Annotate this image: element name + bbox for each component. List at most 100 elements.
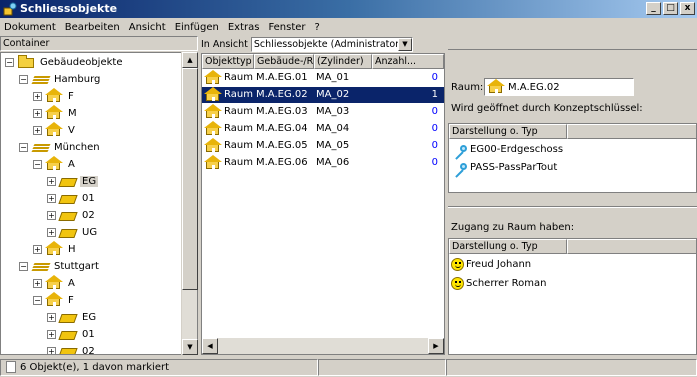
city-icon	[31, 72, 51, 86]
cell-objekttyp: Raum	[224, 157, 253, 168]
col-header-objekttyp[interactable]: Objekttyp	[202, 54, 254, 69]
cell-gebaeude: M.A.EG.01	[256, 72, 308, 83]
tree-node[interactable]: + F	[33, 88, 76, 104]
collapse-icon[interactable]: −	[5, 57, 14, 67]
window-title: Schliessobjekte	[20, 2, 118, 15]
cell-objekttyp: Raum	[224, 72, 253, 83]
person-row[interactable]: Freud Johann	[451, 256, 531, 273]
expand-icon[interactable]: +	[47, 193, 56, 203]
tree-node-label: Gebäudeobjekte	[40, 56, 123, 68]
panel-divider[interactable]	[448, 206, 697, 208]
object-row[interactable]: Raum M.A.EG.01 MA_01 0	[202, 70, 444, 86]
raum-label: Raum:	[451, 82, 484, 93]
tree-node[interactable]: + V	[33, 122, 77, 138]
maximize-button[interactable]: □	[663, 2, 678, 15]
menu-help[interactable]: ?	[315, 22, 320, 33]
scroll-left-button[interactable]: ◀	[202, 338, 218, 354]
list-hscrollbar[interactable]: ◀ ▶	[202, 338, 444, 354]
key-row[interactable]: PASS-PassParTout	[451, 159, 557, 178]
tree-node[interactable]: + EG	[47, 173, 99, 189]
status-bar: 6 Objekt(e), 1 davon markiert	[0, 357, 697, 377]
collapse-icon[interactable]: −	[33, 295, 42, 305]
object-row[interactable]: Raum M.A.EG.06 MA_06 0	[202, 155, 444, 171]
scroll-right-button[interactable]: ▶	[428, 338, 444, 354]
status-cell-main: 6 Objekt(e), 1 davon markiert	[0, 358, 318, 376]
menu-fenster[interactable]: Fenster	[268, 22, 305, 33]
expand-icon[interactable]: +	[47, 176, 56, 186]
menu-dokument[interactable]: Dokument	[4, 22, 56, 33]
house-icon	[45, 122, 63, 137]
tree-node[interactable]: +01	[47, 190, 97, 206]
object-row[interactable]: Raum M.A.EG.03 MA_03 0	[202, 104, 444, 120]
person-smiley-icon	[451, 258, 464, 271]
tree-node[interactable]: − F	[33, 292, 76, 308]
chevron-down-icon[interactable]: ▼	[397, 37, 412, 51]
house-icon	[204, 104, 222, 119]
collapse-icon[interactable]: −	[19, 261, 28, 271]
tree-node[interactable]: + M	[33, 105, 79, 121]
tree-node[interactable]: − München	[19, 139, 102, 155]
close-button[interactable]: x	[680, 2, 695, 15]
expand-icon[interactable]: +	[33, 108, 42, 118]
house-icon	[204, 87, 222, 102]
expand-icon[interactable]: +	[33, 278, 42, 288]
tree-node[interactable]: − Gebäudeobjekte	[5, 54, 124, 70]
key-row[interactable]: EG00-Erdgeschoss	[451, 141, 563, 160]
expand-icon[interactable]: +	[47, 227, 56, 237]
menu-extras[interactable]: Extras	[228, 22, 260, 33]
expand-icon[interactable]: +	[33, 125, 42, 135]
cell-zylinder: MA_03	[316, 106, 350, 117]
menu-einfuegen[interactable]: Einfügen	[175, 22, 219, 33]
tree-node[interactable]: + UG	[47, 224, 99, 240]
app-key-icon	[3, 2, 17, 16]
expand-icon[interactable]: +	[47, 346, 56, 354]
view-select[interactable]: Schliessobjekte (Administrator) ▼	[250, 36, 413, 52]
col-header-zylinder[interactable]: (Zylinder)	[314, 54, 372, 69]
key-list-header[interactable]: Darstellung o. Typ	[449, 124, 567, 139]
cell-anzahl: 0	[431, 157, 438, 168]
col-header-anzahl[interactable]: Anzahl...	[372, 54, 444, 69]
collapse-icon[interactable]: −	[19, 142, 28, 152]
house-icon	[45, 292, 63, 307]
tree-node[interactable]: − Hamburg	[19, 71, 102, 87]
collapse-icon[interactable]: −	[33, 159, 42, 169]
person-row[interactable]: Scherrer Roman	[451, 275, 546, 292]
expand-icon[interactable]: +	[47, 329, 56, 339]
person-list-header[interactable]: Darstellung o. Typ	[449, 239, 567, 254]
tree-node-label: EG	[82, 311, 97, 323]
expand-icon[interactable]: +	[47, 210, 56, 220]
expand-icon[interactable]: +	[33, 91, 42, 101]
tree-node[interactable]: + EG	[47, 309, 98, 325]
tree-node[interactable]: +01	[47, 326, 97, 342]
scroll-thumb[interactable]	[182, 68, 198, 290]
tree-node-label: UG	[82, 226, 98, 238]
collapse-icon[interactable]: −	[19, 74, 28, 84]
tree-node[interactable]: − A	[33, 156, 77, 172]
object-row[interactable]: Raum M.A.EG.02 MA_02 1	[202, 87, 444, 103]
person-label: Scherrer Roman	[466, 278, 547, 289]
floor-icon	[58, 225, 78, 239]
tree-node[interactable]: + H	[33, 241, 78, 257]
key-list-header-filler	[567, 124, 696, 139]
scroll-down-button[interactable]: ▼	[182, 339, 198, 355]
tree-node[interactable]: − Stuttgart	[19, 258, 101, 274]
scroll-up-button[interactable]: ▲	[182, 52, 198, 68]
object-row[interactable]: Raum M.A.EG.04 MA_04 0	[202, 121, 444, 137]
tree-node[interactable]: + A	[33, 275, 77, 291]
cell-anzahl: 0	[431, 140, 438, 151]
person-list: Darstellung o. Typ Freud Johann Scherrer…	[448, 238, 697, 355]
city-icon	[31, 140, 51, 154]
tree-node-label: Stuttgart	[54, 260, 99, 272]
tree-node[interactable]: +02	[47, 343, 97, 354]
expand-icon[interactable]: +	[33, 244, 42, 254]
tree-node[interactable]: +02	[47, 207, 97, 223]
tree-scrollbar[interactable]: ▲ ▼	[181, 52, 198, 355]
cell-zylinder: MA_01	[316, 72, 350, 83]
status-cell-mid	[318, 358, 446, 376]
object-row[interactable]: Raum M.A.EG.05 MA_05 0	[202, 138, 444, 154]
col-header-gebaeude[interactable]: Gebäude-/Ra...	[254, 54, 314, 69]
expand-icon[interactable]: +	[47, 312, 56, 322]
menu-ansicht[interactable]: Ansicht	[129, 22, 166, 33]
minimize-button[interactable]: _	[646, 2, 661, 15]
menu-bearbeiten[interactable]: Bearbeiten	[65, 22, 120, 33]
